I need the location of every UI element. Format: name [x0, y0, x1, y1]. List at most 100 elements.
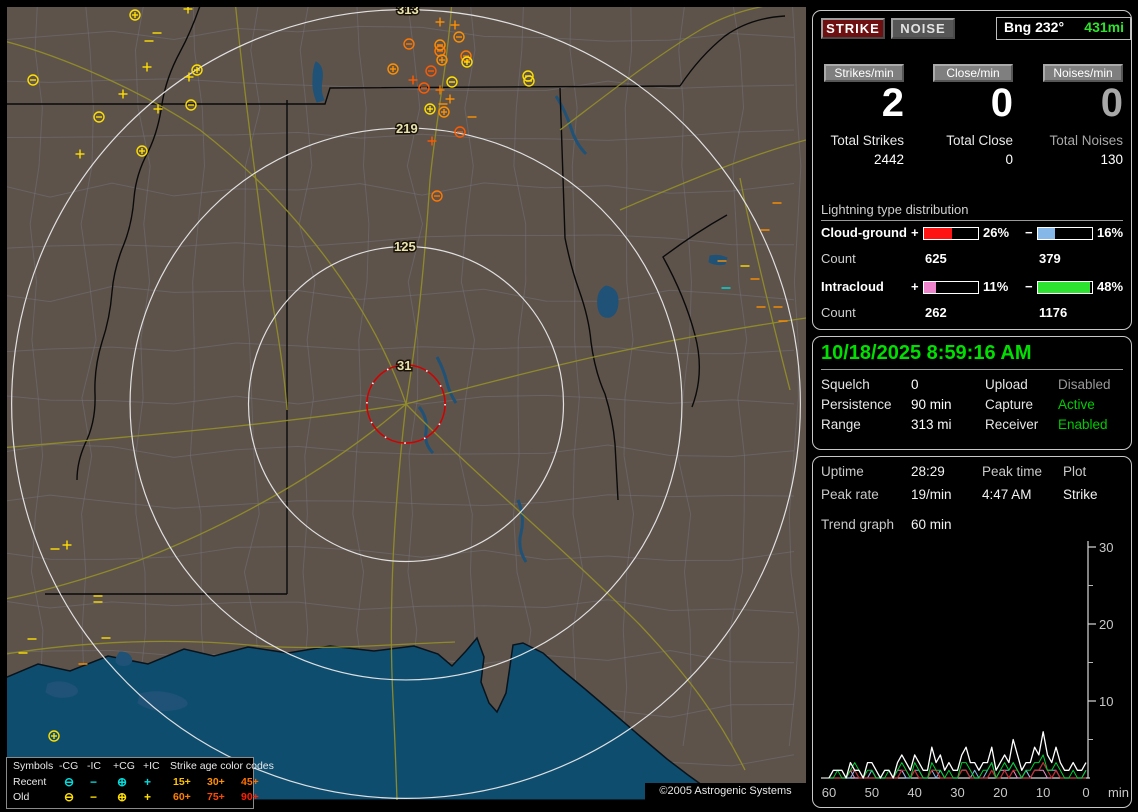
- setting-value: 90 min: [911, 397, 952, 412]
- ic-neg-symbol-icon: −: [90, 775, 97, 790]
- nexstorm-window: 31321912531 ©2005 Astrogenic Systems Sym…: [0, 0, 1138, 812]
- y-tick-label: 30: [1099, 540, 1113, 555]
- legend-header[interactable]: -CG: [59, 759, 78, 774]
- cg-pos-symbol-icon: ⊕: [117, 775, 127, 790]
- setting-status-value: Disabled: [1058, 377, 1111, 392]
- legend-row-label: Recent: [13, 775, 46, 790]
- negative-percent: 48%: [1097, 279, 1123, 294]
- negative-count: 379: [1039, 251, 1061, 266]
- range-ring-label: 313: [397, 2, 419, 17]
- x-tick-label: 0: [1082, 785, 1089, 800]
- y-tick-label: 20: [1099, 617, 1113, 632]
- setting-label: Squelch: [821, 377, 870, 392]
- plus-sign: +: [911, 225, 919, 240]
- positive-bar: [923, 227, 979, 240]
- positive-percent: 26%: [983, 225, 1009, 240]
- trend-series-negative-intracloud: [829, 755, 1086, 778]
- age-code: 75+: [207, 790, 225, 805]
- distribution-row-label: Intracloud: [821, 279, 884, 294]
- distribution-row-label: Cloud-ground: [821, 225, 907, 240]
- age-code: 45+: [241, 775, 259, 790]
- legend-row-label: Old: [13, 790, 29, 805]
- trend-graph-label: Trend graph: [821, 517, 894, 532]
- setting-label: Upload: [985, 377, 1028, 392]
- plot-value: Strike: [1063, 487, 1098, 502]
- rate-button-close[interactable]: Close/min: [933, 64, 1013, 82]
- cg-pos-symbol-icon: ⊕: [117, 790, 127, 805]
- total-label: Total Noises: [983, 133, 1123, 148]
- legend-header[interactable]: +CG: [113, 759, 135, 774]
- strike-mode-button[interactable]: STRIKE: [821, 18, 885, 39]
- range-ring-label: 219: [396, 121, 418, 136]
- setting-status-value: Enabled: [1058, 417, 1108, 432]
- x-tick-label: 60: [822, 785, 836, 800]
- cg-neg-symbol-icon: ⊖: [64, 790, 74, 805]
- negative-count: 1176: [1039, 305, 1067, 320]
- y-tick-label: 10: [1099, 694, 1113, 709]
- minus-sign: −: [1025, 279, 1033, 294]
- positive-bar-fill: [924, 228, 952, 239]
- status-trend-panel: Uptime 28:29 Peak time Plot Peak rate 19/min 4…: [812, 456, 1132, 808]
- peak-rate-label: Peak rate: [821, 487, 879, 502]
- rate-value: 2: [784, 81, 904, 126]
- x-tick-label: 10: [1036, 785, 1050, 800]
- count-label: Count: [821, 251, 856, 266]
- negative-bar: [1037, 281, 1093, 294]
- negative-bar-fill: [1038, 228, 1055, 239]
- legend-header[interactable]: Symbols: [13, 759, 53, 774]
- negative-bar-fill: [1038, 282, 1090, 293]
- ic-neg-symbol-icon: −: [90, 790, 97, 805]
- peak-rate-value: 19/min: [911, 487, 952, 502]
- uptime-value: 28:29: [911, 464, 945, 479]
- range-ring-label: 125: [394, 239, 416, 254]
- datetime-display: 10/18/2025 8:59:16 AM: [821, 342, 1123, 370]
- total-value: 130: [983, 152, 1123, 167]
- negative-percent: 16%: [1097, 225, 1123, 240]
- rate-button-noises[interactable]: Noises/min: [1043, 64, 1123, 82]
- negative-bar: [1037, 227, 1093, 240]
- setting-value: 313 mi: [911, 417, 952, 432]
- peak-time-label: Peak time: [982, 464, 1042, 479]
- bearing-display: Bng 232° 431mi: [996, 17, 1131, 40]
- positive-count: 262: [925, 305, 947, 320]
- rate-button-strikes[interactable]: Strikes/min: [824, 64, 904, 82]
- symbol-legend: Symbols-CG-IC+CG+ICStrike age color code…: [6, 757, 254, 809]
- trend-graph: 1020306050403020100min: [813, 535, 1131, 803]
- x-tick-label: 40: [907, 785, 921, 800]
- noise-mode-button[interactable]: NOISE: [891, 18, 955, 39]
- legend-header[interactable]: Strike age color codes: [170, 759, 274, 774]
- age-code: 15+: [173, 775, 191, 790]
- range-ring-label: 31: [397, 358, 411, 373]
- positive-bar-fill: [924, 282, 936, 293]
- cg-neg-symbol-icon: ⊖: [64, 775, 74, 790]
- plot-label: Plot: [1063, 464, 1086, 479]
- uptime-label: Uptime: [821, 464, 864, 479]
- setting-label: Receiver: [985, 417, 1038, 432]
- bearing-value: Bng 232°: [1004, 18, 1064, 37]
- clock-settings-panel: 10/18/2025 8:59:16 AM Squelch 0 Upload Disa…: [812, 336, 1132, 450]
- minus-sign: −: [1025, 225, 1033, 240]
- setting-value: 0: [911, 377, 919, 392]
- bearing-range-value: 431mi: [1084, 18, 1124, 37]
- ic-pos-symbol-icon: +: [144, 775, 151, 790]
- setting-label: Capture: [985, 397, 1033, 412]
- legend-header[interactable]: -IC: [87, 759, 101, 774]
- lightning-map[interactable]: 31321912531 ©2005 Astrogenic Systems: [0, 0, 806, 800]
- positive-bar: [923, 281, 979, 294]
- ic-pos-symbol-icon: +: [144, 790, 151, 805]
- legend-header[interactable]: +IC: [143, 759, 160, 774]
- x-tick-label: 30: [950, 785, 964, 800]
- rate-value: 0: [1003, 81, 1123, 126]
- strike-stats-panel: STRIKE NOISE Bng 232° 431mi Strikes/min 2…: [812, 10, 1132, 330]
- setting-status-value: Active: [1058, 397, 1095, 412]
- age-code: 30+: [207, 775, 225, 790]
- distribution-title: Lightning type distribution: [821, 202, 1123, 221]
- age-code: 90+: [241, 790, 259, 805]
- map-canvas[interactable]: 313 219 125 31: [0, 0, 806, 800]
- age-code: 60+: [173, 790, 191, 805]
- peak-time-value: 4:47 AM: [982, 487, 1032, 502]
- x-axis-unit: min: [1108, 785, 1129, 800]
- rate-value: 0: [893, 81, 1013, 126]
- trend-window-value: 60 min: [911, 517, 952, 532]
- positive-count: 625: [925, 251, 947, 266]
